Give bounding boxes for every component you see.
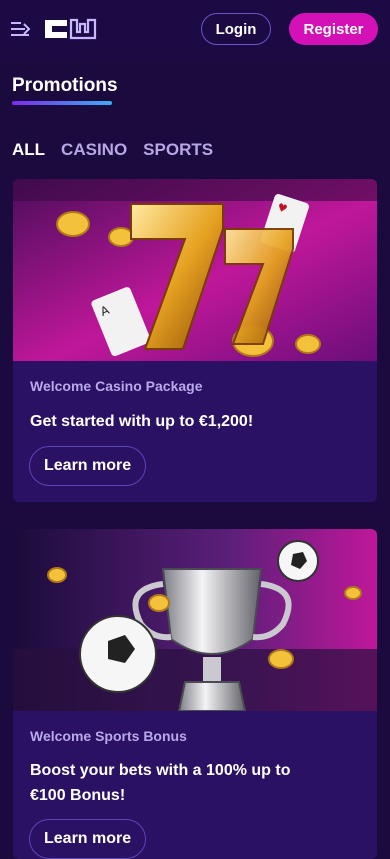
login-button[interactable]: Login	[201, 13, 271, 45]
learn-more-button-casino[interactable]: Learn more	[29, 446, 147, 486]
menu-icon[interactable]	[11, 20, 31, 38]
learn-more-button-sports[interactable]: Learn more	[29, 819, 147, 859]
promo-headline: Boost your bets with a 100% up to €100 B…	[30, 762, 291, 804]
brand-logo[interactable]	[43, 18, 97, 40]
title-underline	[12, 101, 112, 105]
casino-promo-image: A ♥	[13, 179, 377, 361]
promo-category: Welcome Casino Package	[30, 378, 203, 394]
sports-promo-image	[13, 529, 377, 711]
promotion-card-sports: Welcome Sports Bonus Boost your bets wit…	[13, 529, 377, 859]
tab-sports[interactable]: SPORTS	[143, 140, 213, 160]
tab-casino[interactable]: CASINO	[61, 140, 127, 160]
page-title: Promotions	[12, 75, 118, 96]
top-header: Login Register	[0, 0, 390, 62]
register-button[interactable]: Register	[289, 13, 378, 45]
tab-all[interactable]: ALL	[12, 140, 45, 160]
promo-category: Welcome Sports Bonus	[30, 728, 187, 744]
promotion-card-casino: A ♥ Welcome Casino Package Get started w…	[13, 179, 377, 502]
promotion-tabs: ALL CASINO SPORTS	[12, 140, 213, 160]
promo-headline: Get started with up to €1,200!	[30, 413, 254, 430]
